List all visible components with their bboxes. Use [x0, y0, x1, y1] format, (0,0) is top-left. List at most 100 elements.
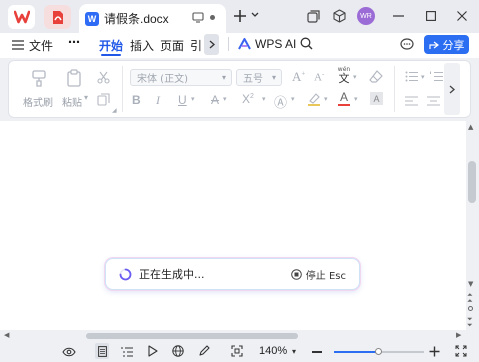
font-size-value: 五号 [243, 74, 263, 85]
tab-dropdown-chevron-icon[interactable] [250, 10, 260, 20]
align-left-icon[interactable] [405, 95, 418, 109]
zoom-in-icon[interactable] [429, 346, 440, 360]
menu-divider [228, 37, 229, 51]
font-name-select[interactable]: 宋体 (正文) ▾ [130, 69, 232, 86]
bullet-list-dropdown-icon[interactable]: ▾ [421, 73, 425, 81]
zoom-slider-thumb[interactable] [375, 348, 382, 355]
tab-page[interactable]: 页面 [160, 37, 184, 54]
search-icon[interactable] [300, 37, 313, 53]
tab-references[interactable]: 引 [190, 37, 202, 54]
share-icon [428, 41, 439, 49]
share-button[interactable]: 分享 [424, 35, 469, 54]
wps-home-button[interactable] [8, 5, 35, 29]
previous-page-icon[interactable]: ⏶ ⏶ [467, 292, 473, 305]
menu-file[interactable]: 文件 [29, 37, 53, 54]
document-canvas[interactable] [0, 121, 466, 332]
eye-protection-icon[interactable] [62, 346, 76, 360]
strikethrough-icon[interactable]: A [211, 93, 219, 107]
menu-more[interactable]: ⋯ [68, 35, 80, 49]
font-name-value: 宋体 (正文) [137, 74, 188, 85]
font-color-icon[interactable]: A [338, 91, 350, 106]
pdf-icon [52, 10, 63, 24]
cube-icon[interactable] [332, 8, 346, 23]
format-painter-icon[interactable] [30, 69, 48, 90]
eraser-icon[interactable] [369, 70, 383, 86]
hamburger-icon[interactable] [12, 39, 24, 53]
fullscreen-icon[interactable] [455, 345, 467, 360]
window-overview-icon[interactable] [306, 9, 320, 23]
wps-logo-icon [13, 10, 30, 24]
decrease-font-icon[interactable]: A- [314, 70, 324, 84]
increase-font-icon[interactable]: A+ [292, 69, 305, 85]
zoom-level[interactable]: 140% [259, 345, 287, 357]
select-browse-object-icon[interactable] [468, 306, 473, 311]
scissors-icon[interactable] [97, 71, 110, 87]
tab-home[interactable]: 开始 [99, 37, 123, 54]
loading-spinner-icon [119, 268, 132, 280]
close-icon[interactable] [456, 10, 467, 21]
fit-page-icon[interactable] [231, 345, 243, 360]
pdf-app-button[interactable] [44, 5, 71, 29]
char-shading-icon[interactable]: A [370, 92, 383, 105]
horizontal-scroll-thumb[interactable] [86, 333, 298, 339]
ai-generating-panel: 正在生成中... 停止 Esc [105, 258, 360, 290]
scroll-left-icon[interactable]: ◀ [4, 331, 9, 339]
superscript-icon[interactable]: X2 [242, 92, 254, 106]
comments-icon[interactable] [400, 38, 414, 54]
minimize-icon[interactable] [392, 14, 404, 18]
scroll-up-icon[interactable]: ▲ [468, 123, 473, 131]
zoom-out-icon[interactable] [312, 351, 322, 353]
numbered-list-icon[interactable] [430, 71, 443, 85]
paste-dropdown-icon[interactable]: ▾ [84, 93, 88, 102]
zoom-dropdown-icon[interactable]: ▾ [292, 347, 296, 356]
italic-icon[interactable]: I [156, 93, 160, 108]
phonetic-dropdown-icon[interactable]: ▾ [353, 73, 357, 81]
play-icon[interactable] [148, 345, 158, 360]
pen-icon[interactable] [198, 345, 210, 360]
web-layout-icon[interactable] [172, 345, 184, 360]
stop-label: 停止 Esc [305, 270, 346, 282]
text-effect-icon[interactable]: Ⓐ [274, 92, 287, 111]
align-center-icon[interactable] [427, 95, 440, 109]
text-effect-dropdown-icon[interactable]: ▾ [291, 95, 295, 103]
paste-label[interactable]: 粘贴 [62, 94, 82, 109]
highlight-icon[interactable] [307, 92, 321, 109]
clipboard-launcher-icon[interactable]: ◢ [112, 107, 117, 114]
phonetic-guide-button[interactable]: wén 文 [336, 66, 352, 86]
stop-icon [290, 268, 302, 280]
maximize-icon[interactable] [425, 10, 436, 21]
ribbon-scroll-right-icon[interactable] [444, 63, 460, 115]
document-tab[interactable]: W 请假条.docx [79, 4, 226, 33]
highlight-dropdown-icon[interactable]: ▾ [324, 95, 328, 103]
font-size-select[interactable]: 五号 ▾ [236, 69, 282, 86]
next-page-icon[interactable]: ⏷ ⏷ [467, 316, 473, 329]
word-doc-icon: W [85, 11, 99, 26]
superscript-dropdown-icon[interactable]: ▾ [262, 95, 266, 103]
new-tab-plus-icon[interactable] [232, 8, 248, 24]
font-color-dropdown-icon[interactable]: ▾ [354, 95, 358, 103]
copy-icon[interactable] [97, 93, 110, 109]
wps-ai-label[interactable]: WPS AI [255, 37, 296, 51]
generating-status-text: 正在生成中... [139, 268, 205, 281]
page-view-icon[interactable] [95, 343, 109, 359]
tab-insert[interactable]: 插入 [130, 37, 154, 54]
stop-generation-button[interactable]: 停止 Esc [290, 267, 346, 282]
wps-ai-icon[interactable] [238, 38, 251, 53]
paste-icon[interactable] [65, 69, 83, 90]
scroll-right-icon[interactable]: ▶ [456, 331, 461, 339]
user-avatar[interactable]: WR [357, 7, 375, 25]
format-painter-label[interactable]: 格式刷 [23, 94, 53, 109]
underline-icon[interactable]: U [178, 93, 187, 107]
bold-icon[interactable]: B [132, 93, 141, 107]
phonetic-char: 文 [338, 72, 350, 85]
bullet-list-icon[interactable] [405, 71, 418, 85]
vertical-scroll-thumb[interactable] [468, 161, 476, 203]
underline-dropdown-icon[interactable]: ▾ [191, 95, 195, 103]
strikethrough-dropdown-icon[interactable]: ▾ [223, 95, 227, 103]
monitor-icon[interactable] [192, 12, 204, 26]
scroll-down-icon[interactable]: ▼ [468, 280, 473, 288]
menu-scroll-right-icon[interactable] [204, 34, 219, 55]
chevron-down-icon: ▾ [271, 73, 276, 82]
outline-view-icon[interactable] [121, 346, 133, 360]
unsaved-dot-icon[interactable] [210, 15, 215, 20]
